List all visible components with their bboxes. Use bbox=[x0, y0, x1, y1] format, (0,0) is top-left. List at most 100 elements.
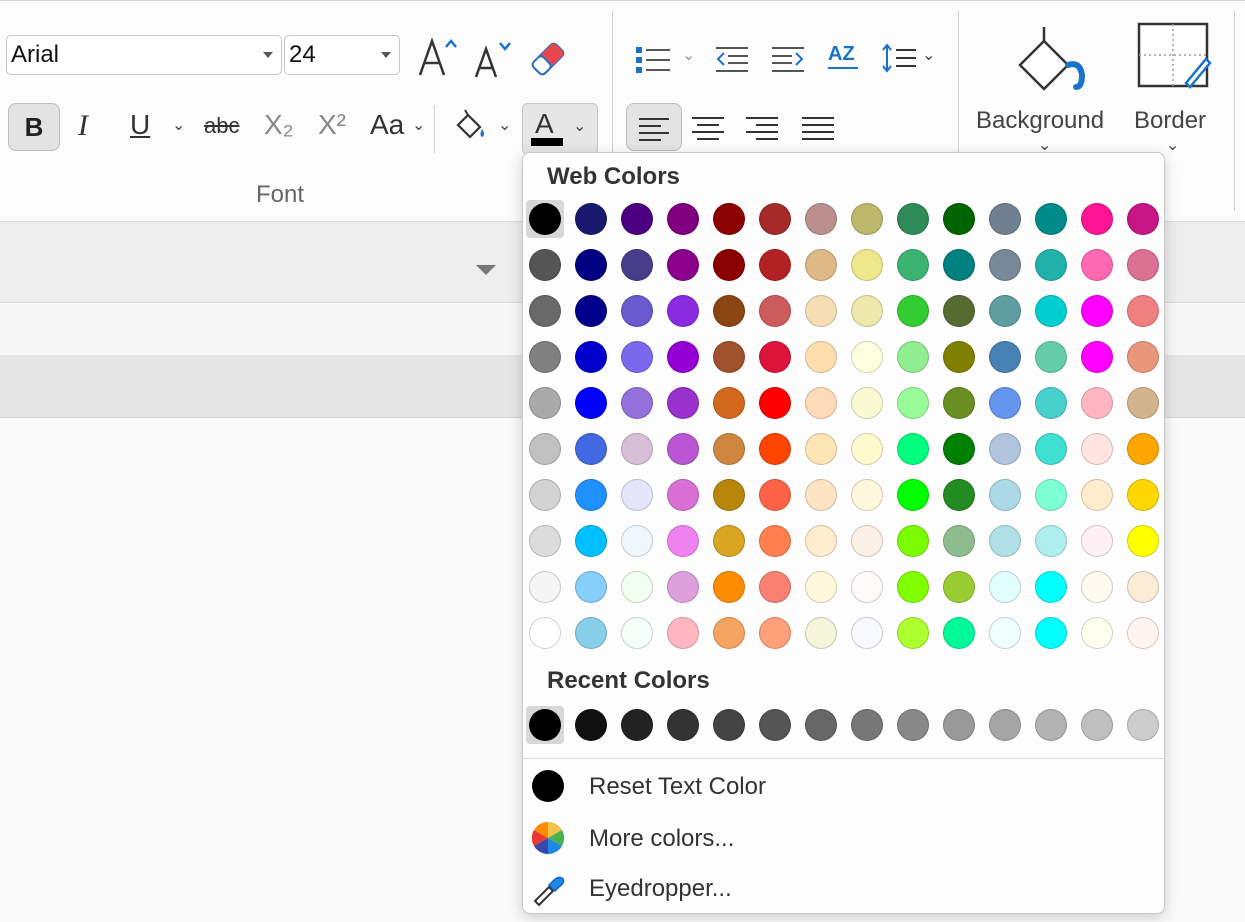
web-color-swatch[interactable] bbox=[851, 525, 883, 557]
web-color-swatch[interactable] bbox=[621, 525, 653, 557]
web-color-swatch[interactable] bbox=[851, 249, 883, 281]
web-color-swatch[interactable] bbox=[897, 525, 929, 557]
web-color-swatch[interactable] bbox=[1127, 295, 1159, 327]
web-color-swatch[interactable] bbox=[1081, 295, 1113, 327]
web-color-swatch[interactable] bbox=[943, 203, 975, 235]
web-color-swatch[interactable] bbox=[575, 203, 607, 235]
recent-color-swatch[interactable] bbox=[943, 709, 975, 741]
web-color-swatch[interactable] bbox=[529, 617, 561, 649]
underline-chevron-down-icon[interactable]: ⌄ bbox=[172, 115, 185, 135]
superscript-button[interactable]: X² bbox=[318, 109, 346, 141]
align-right-button[interactable] bbox=[744, 111, 780, 145]
highlight-color-button[interactable] bbox=[452, 107, 492, 147]
increase-indent-button[interactable] bbox=[770, 43, 810, 77]
web-color-swatch[interactable] bbox=[621, 249, 653, 281]
web-color-swatch[interactable] bbox=[943, 479, 975, 511]
web-color-swatch[interactable] bbox=[575, 249, 607, 281]
web-color-swatch[interactable] bbox=[621, 387, 653, 419]
sort-button[interactable]: AZ bbox=[826, 41, 866, 79]
web-color-swatch[interactable] bbox=[989, 479, 1021, 511]
bullets-chevron-down-icon[interactable]: ⌄ bbox=[682, 45, 695, 65]
web-color-swatch[interactable] bbox=[667, 249, 699, 281]
highlight-chevron-down-icon[interactable]: ⌄ bbox=[498, 115, 511, 135]
web-color-swatch[interactable] bbox=[1035, 479, 1067, 511]
web-color-swatch[interactable] bbox=[1081, 479, 1113, 511]
web-color-swatch[interactable] bbox=[621, 571, 653, 603]
web-color-swatch[interactable] bbox=[989, 433, 1021, 465]
web-color-swatch[interactable] bbox=[943, 295, 975, 327]
web-color-swatch[interactable] bbox=[1127, 525, 1159, 557]
web-color-swatch[interactable] bbox=[621, 295, 653, 327]
web-color-swatch[interactable] bbox=[897, 479, 929, 511]
recent-color-swatch[interactable] bbox=[667, 709, 699, 741]
web-color-swatch[interactable] bbox=[851, 571, 883, 603]
web-color-swatch[interactable] bbox=[529, 433, 561, 465]
web-color-swatch[interactable] bbox=[1035, 433, 1067, 465]
web-color-swatch[interactable] bbox=[713, 433, 745, 465]
web-color-swatch[interactable] bbox=[805, 479, 837, 511]
web-color-swatch[interactable] bbox=[897, 571, 929, 603]
web-color-swatch[interactable] bbox=[943, 571, 975, 603]
web-color-swatch[interactable] bbox=[1127, 203, 1159, 235]
web-color-swatch[interactable] bbox=[851, 295, 883, 327]
web-color-swatch[interactable] bbox=[713, 479, 745, 511]
web-color-swatch[interactable] bbox=[529, 249, 561, 281]
web-color-swatch[interactable] bbox=[575, 571, 607, 603]
web-color-swatch[interactable] bbox=[529, 387, 561, 419]
shrink-font-button[interactable] bbox=[470, 39, 516, 81]
web-color-swatch[interactable] bbox=[1035, 617, 1067, 649]
web-color-swatch[interactable] bbox=[621, 479, 653, 511]
web-color-swatch[interactable] bbox=[1127, 341, 1159, 373]
web-color-swatch[interactable] bbox=[713, 617, 745, 649]
web-color-swatch[interactable] bbox=[851, 203, 883, 235]
web-color-swatch[interactable] bbox=[759, 479, 791, 511]
line-spacing-button[interactable] bbox=[880, 41, 920, 77]
web-color-swatch[interactable] bbox=[713, 571, 745, 603]
justify-button[interactable] bbox=[800, 111, 836, 145]
strikethrough-button[interactable]: abc bbox=[204, 113, 239, 139]
web-color-swatch[interactable] bbox=[805, 617, 837, 649]
web-color-swatch[interactable] bbox=[621, 433, 653, 465]
web-color-swatch[interactable] bbox=[759, 433, 791, 465]
web-color-swatch[interactable] bbox=[1081, 433, 1113, 465]
web-color-swatch[interactable] bbox=[667, 525, 699, 557]
recent-color-swatch[interactable] bbox=[851, 709, 883, 741]
dropdown-triangle-icon[interactable] bbox=[476, 265, 496, 275]
web-color-swatch[interactable] bbox=[1127, 479, 1159, 511]
change-case-chevron-down-icon[interactable]: ⌄ bbox=[412, 115, 425, 135]
web-color-swatch[interactable] bbox=[575, 433, 607, 465]
web-color-swatch[interactable] bbox=[621, 203, 653, 235]
change-case-button[interactable]: Aa bbox=[370, 109, 404, 141]
web-color-swatch[interactable] bbox=[667, 433, 699, 465]
web-color-swatch[interactable] bbox=[943, 433, 975, 465]
web-color-swatch[interactable] bbox=[713, 295, 745, 327]
web-color-swatch[interactable] bbox=[1081, 571, 1113, 603]
web-color-swatch[interactable] bbox=[759, 203, 791, 235]
web-color-swatch[interactable] bbox=[897, 387, 929, 419]
web-color-swatch[interactable] bbox=[805, 249, 837, 281]
web-color-swatch[interactable] bbox=[1035, 203, 1067, 235]
web-color-swatch[interactable] bbox=[989, 387, 1021, 419]
web-color-swatch[interactable] bbox=[1081, 203, 1113, 235]
web-color-swatch[interactable] bbox=[1081, 387, 1113, 419]
web-color-swatch[interactable] bbox=[667, 203, 699, 235]
web-color-swatch[interactable] bbox=[713, 249, 745, 281]
web-color-swatch[interactable] bbox=[667, 571, 699, 603]
web-color-swatch[interactable] bbox=[759, 249, 791, 281]
web-color-swatch[interactable] bbox=[989, 203, 1021, 235]
web-color-swatch[interactable] bbox=[851, 341, 883, 373]
italic-button[interactable]: I bbox=[78, 109, 88, 143]
web-color-swatch[interactable] bbox=[667, 617, 699, 649]
web-color-swatch[interactable] bbox=[943, 249, 975, 281]
web-color-swatch[interactable] bbox=[989, 295, 1021, 327]
eyedropper-item[interactable]: Eyedropper... bbox=[523, 863, 1164, 913]
web-color-swatch[interactable] bbox=[1127, 433, 1159, 465]
web-color-swatch[interactable] bbox=[1035, 525, 1067, 557]
web-color-swatch[interactable] bbox=[1081, 249, 1113, 281]
recent-color-swatch[interactable] bbox=[529, 709, 561, 741]
web-color-swatch[interactable] bbox=[667, 341, 699, 373]
web-color-swatch[interactable] bbox=[989, 571, 1021, 603]
web-color-swatch[interactable] bbox=[713, 525, 745, 557]
bold-button[interactable]: B bbox=[8, 103, 60, 151]
web-color-swatch[interactable] bbox=[759, 341, 791, 373]
